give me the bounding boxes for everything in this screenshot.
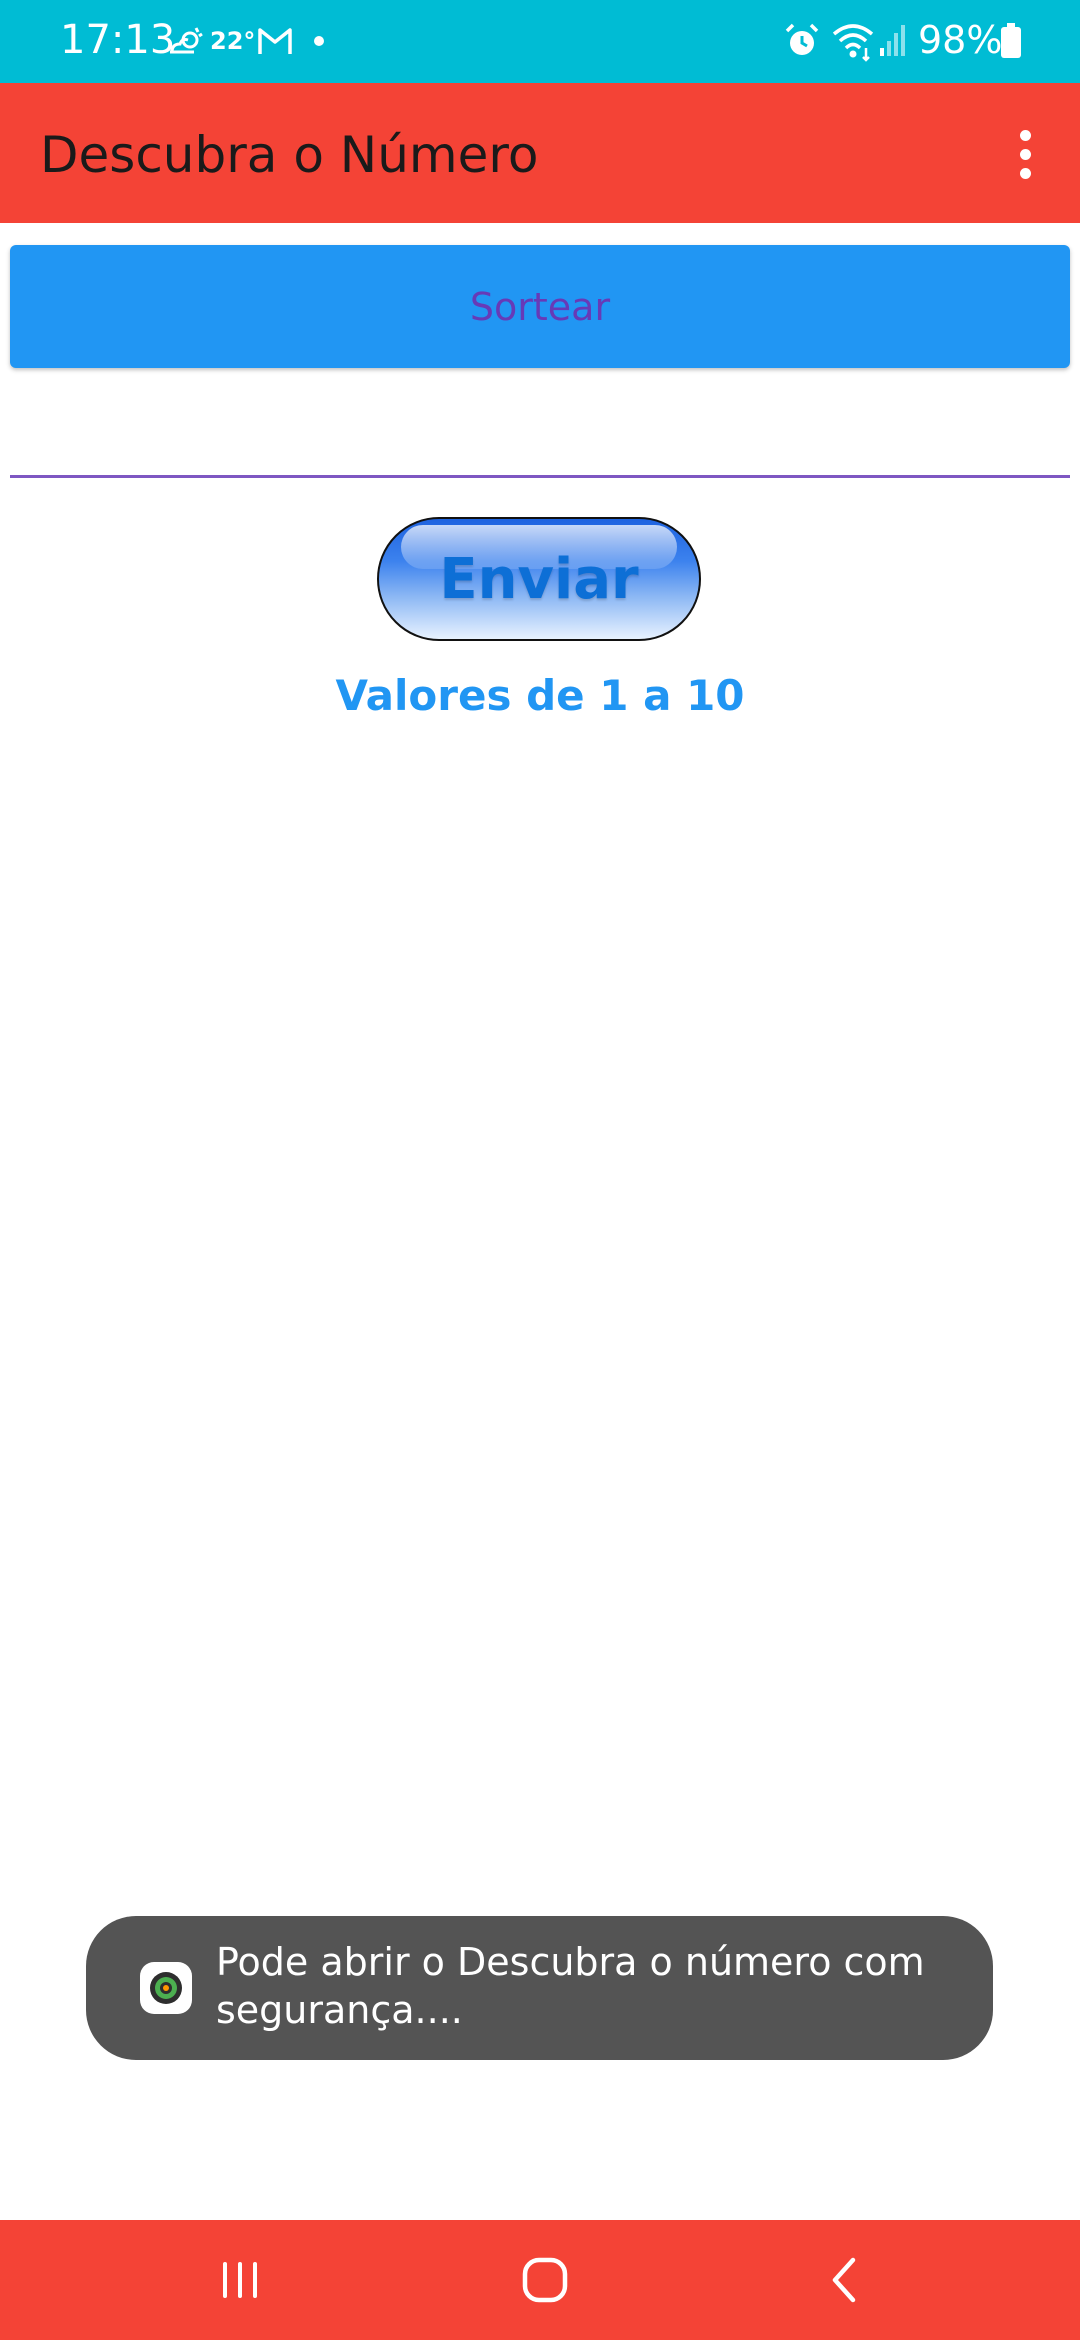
home-icon[interactable] (515, 2250, 575, 2310)
app-title: Descubra o Número (40, 126, 539, 184)
signal-icon (878, 22, 908, 58)
toast-message: Pode abrir o Descubra o número com segur… (216, 1940, 925, 2032)
gmail-icon (257, 24, 293, 58)
overflow-dot (1019, 129, 1031, 141)
range-hint: Valores de 1 a 10 (335, 671, 745, 720)
wifi-icon (830, 20, 876, 62)
overflow-dot (1019, 167, 1031, 179)
toast: Pode abrir o Descubra o número com segur… (86, 1916, 993, 2060)
security-app-icon (140, 1962, 192, 2014)
back-icon[interactable] (815, 2252, 875, 2308)
status-time: 17:13 (60, 17, 176, 63)
overflow-menu-icon[interactable] (1000, 119, 1050, 189)
status-bar: 17:13 22° 98% (0, 0, 1080, 83)
navigation-bar (0, 2220, 1080, 2340)
recent-apps-icon[interactable] (210, 2254, 270, 2306)
alarm-icon (783, 22, 821, 60)
notification-dot (314, 36, 324, 46)
enviar-button[interactable]: Enviar (377, 517, 701, 641)
app-bar: Descubra o Número (0, 83, 1080, 223)
battery-percentage: 98% (918, 18, 1003, 62)
battery-icon (1000, 23, 1022, 59)
number-input[interactable] (10, 400, 1070, 478)
sortear-button[interactable]: Sortear (10, 245, 1070, 368)
enviar-label: Enviar (439, 546, 639, 612)
weather-icon (166, 22, 206, 62)
overflow-dot (1019, 148, 1031, 160)
status-temperature: 22° (210, 27, 256, 55)
